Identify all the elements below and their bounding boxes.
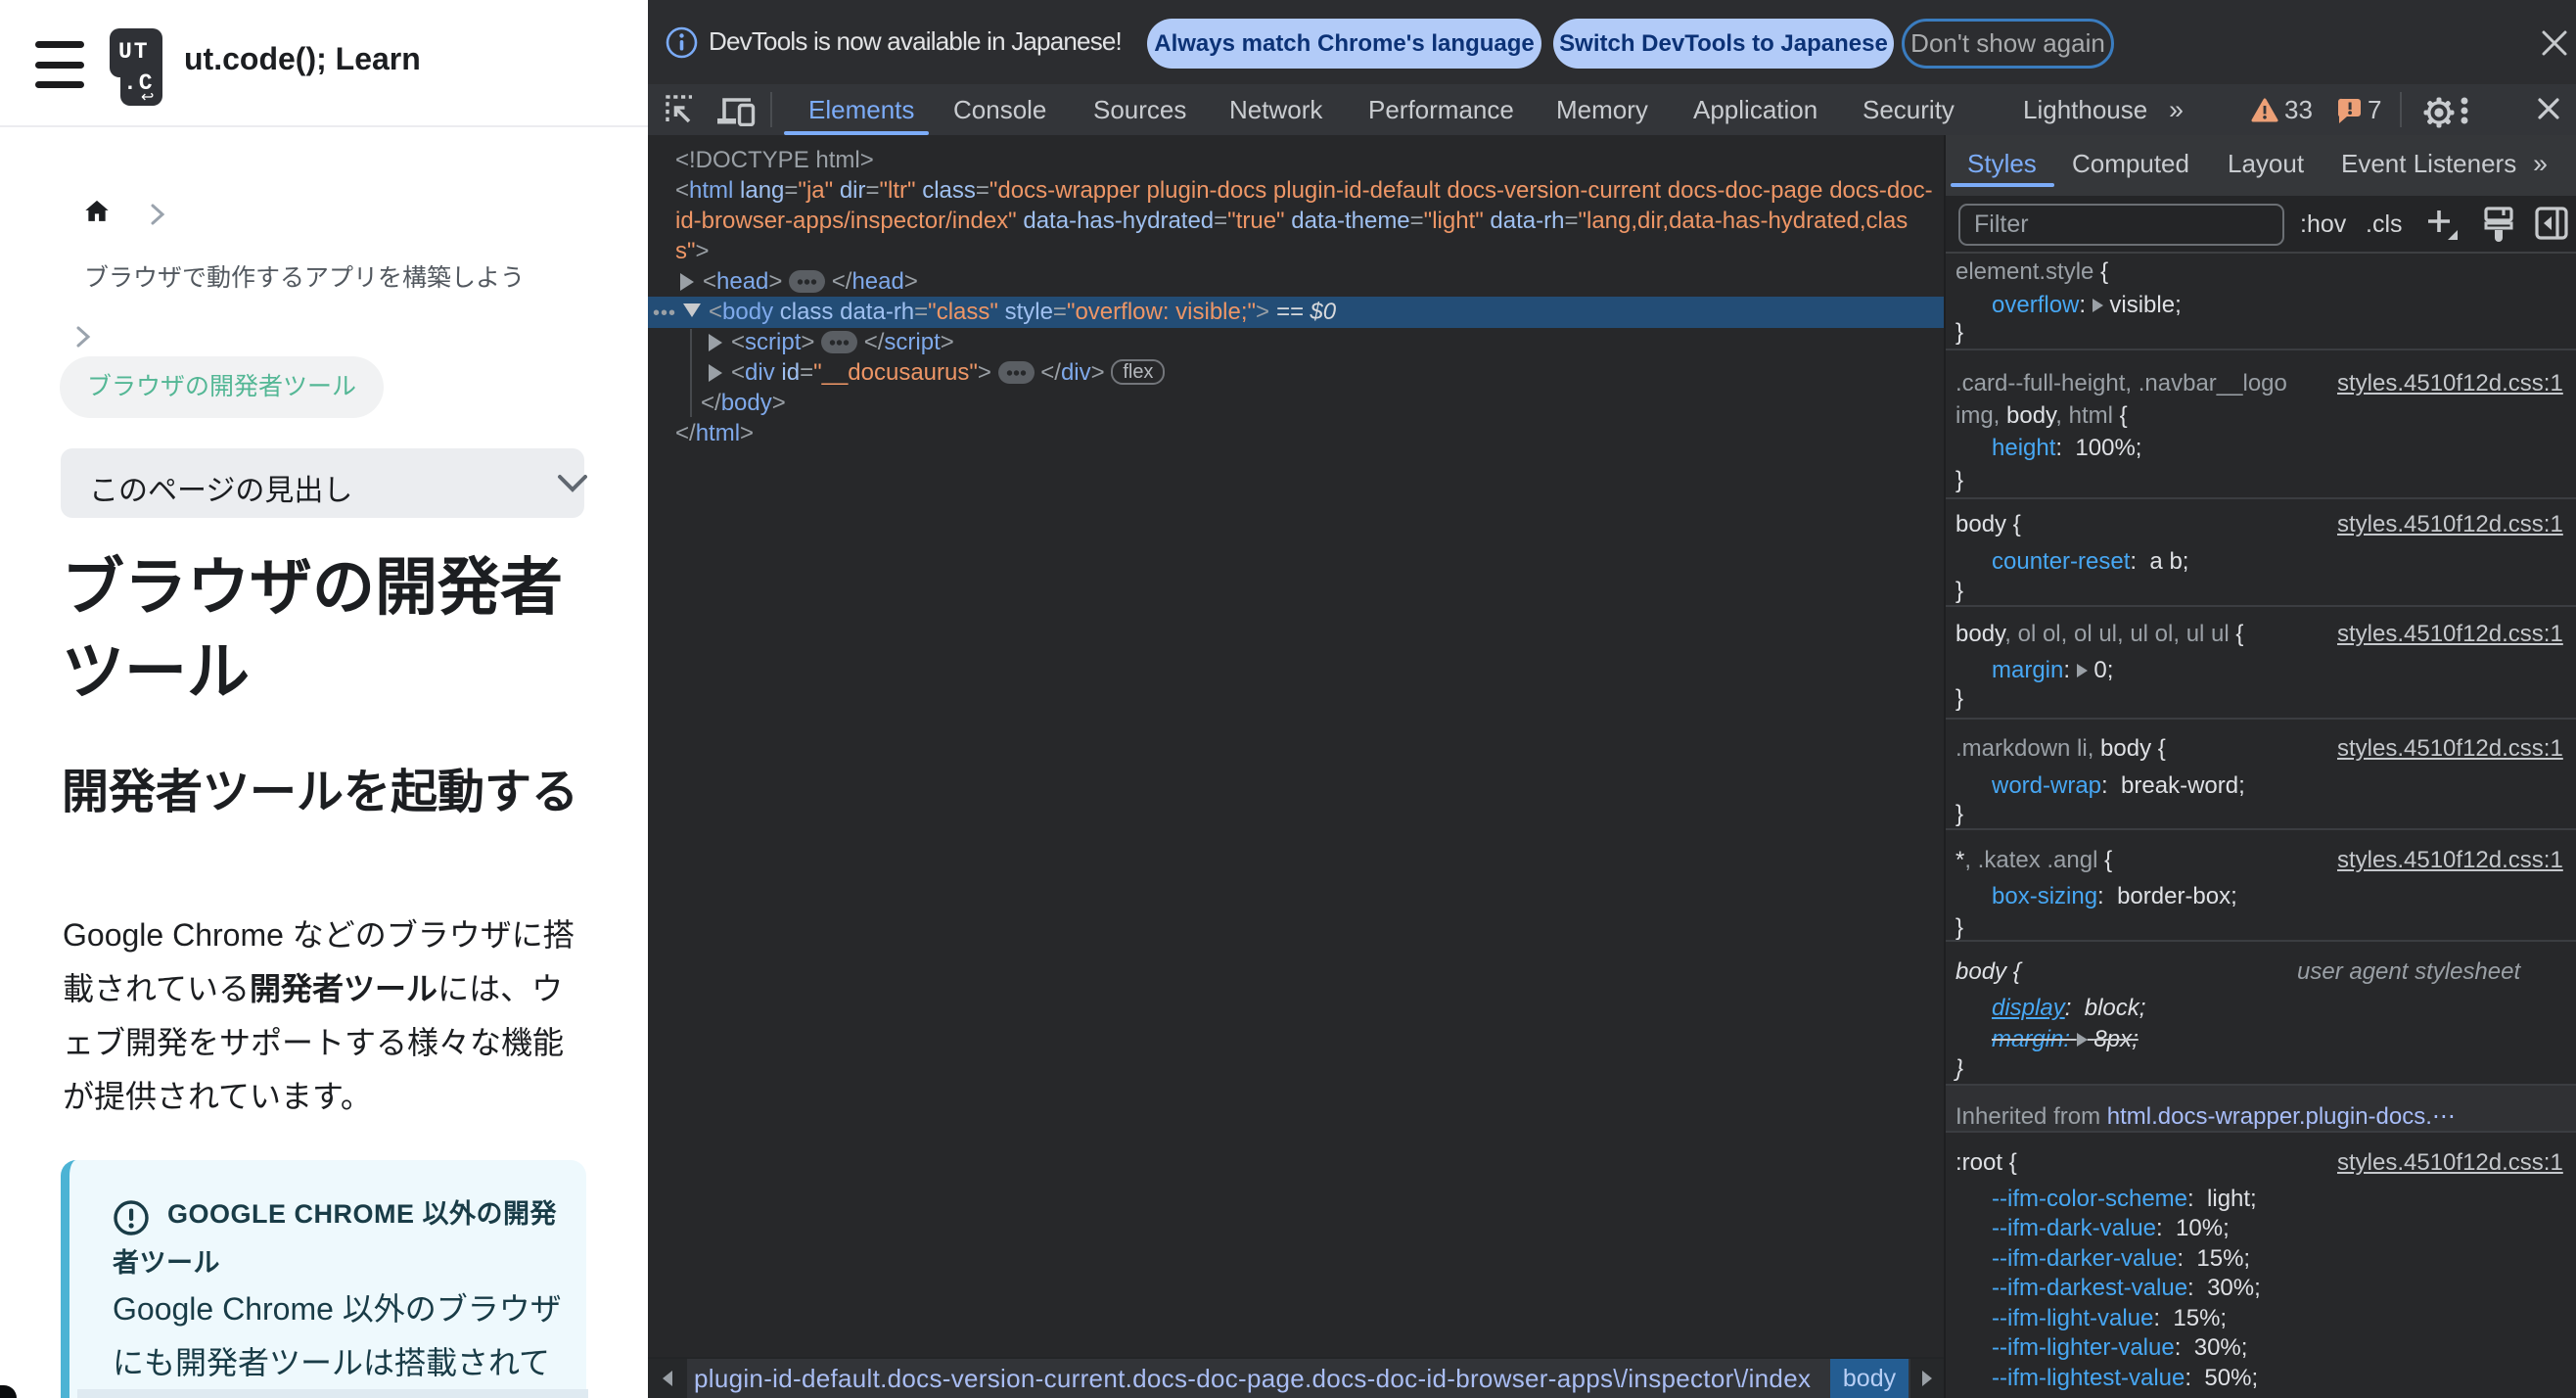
svg-text:↩: ↩ [141,89,154,106]
svg-text:UT: UT [118,39,150,65]
